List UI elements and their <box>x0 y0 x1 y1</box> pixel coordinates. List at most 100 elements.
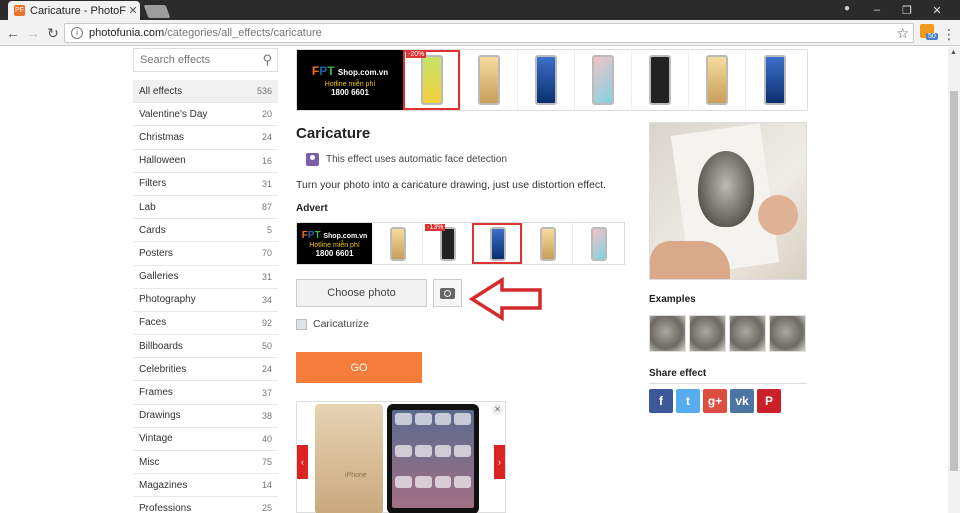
category-count: 92 <box>261 317 272 328</box>
browser-menu-icon[interactable]: ⋮ <box>942 26 956 43</box>
info-icon[interactable]: i <box>71 27 83 39</box>
face-detection-icon <box>306 153 319 166</box>
search-placeholder: Search effects <box>140 54 211 66</box>
page-viewport: Search effects ⚲ All effects 536 Valentine… <box>0 47 948 513</box>
ad-phone[interactable] <box>517 50 574 110</box>
go-button[interactable]: GO <box>296 352 422 383</box>
ad-phone[interactable] <box>372 223 422 264</box>
address-bar[interactable]: i photofunia.com/categories/all_effects/… <box>64 23 914 43</box>
url-path: /categories/all_effects/caricature <box>164 27 322 39</box>
search-input[interactable]: Search effects ⚲ <box>133 48 278 72</box>
sidebar-item-drawings[interactable]: Drawings 38 <box>133 405 278 428</box>
sidebar-item-valentine-s-day[interactable]: Valentine's Day 20 <box>133 103 278 127</box>
category-label: Halloween <box>139 155 186 167</box>
share-label: Share effect <box>649 368 707 379</box>
ad-phone[interactable] <box>688 50 745 110</box>
example-thumbnail[interactable] <box>649 315 686 352</box>
top-advert[interactable]: FPT Shop.com.vn Hotline miễn phí 1800 66… <box>296 49 808 111</box>
forward-icon[interactable]: → <box>24 24 42 42</box>
category-label: Christmas <box>139 131 185 143</box>
category-label: Filters <box>139 178 167 190</box>
fpt-shop-logo[interactable]: FPT Shop.com.vn Hotline miễn phí 1800 66… <box>297 223 372 264</box>
browser-tab[interactable]: PF Caricature - PhotoFunia ✕ <box>8 1 140 20</box>
page-scrollbar[interactable]: ▲ <box>948 47 960 513</box>
window-titlebar: PF Caricature - PhotoFunia ✕ ● – ❐ ✕ <box>0 0 960 20</box>
scrollbar-thumb[interactable] <box>950 91 958 471</box>
sidebar-item-posters[interactable]: Posters 70 <box>133 242 278 266</box>
example-thumbnail[interactable] <box>729 315 766 352</box>
category-label: Frames <box>139 387 173 399</box>
google-plus-share-button[interactable]: g+ <box>703 389 727 413</box>
category-label: Drawings <box>139 410 181 422</box>
tab-title: Caricature - PhotoFunia <box>30 4 126 17</box>
category-count: 14 <box>261 480 272 491</box>
sidebar-item-frames[interactable]: Frames 37 <box>133 381 278 405</box>
sidebar-item-professions[interactable]: Professions 25 <box>133 497 278 513</box>
sidebar-item-magazines[interactable]: Magazines 14 <box>133 474 278 498</box>
caricaturize-checkbox[interactable] <box>296 318 307 330</box>
sidebar-item-vintage[interactable]: Vintage 40 <box>133 428 278 451</box>
category-label: Billboards <box>139 340 183 352</box>
ad-phone[interactable] <box>572 223 624 264</box>
sidebar-item-faces[interactable]: Faces 92 <box>133 312 278 336</box>
ad-phone[interactable] <box>472 223 522 264</box>
red-arrow-annotation <box>468 277 542 321</box>
category-label: Valentine's Day <box>139 108 208 120</box>
pinterest-share-button[interactable]: P <box>757 389 781 413</box>
ad-phone[interactable] <box>631 50 688 110</box>
search-icon[interactable]: ⚲ <box>262 52 272 68</box>
ad-phone[interactable] <box>574 50 631 110</box>
category-count: 24 <box>261 364 272 375</box>
example-thumbnail[interactable] <box>769 315 806 352</box>
sidebar-item-photography[interactable]: Photography 34 <box>133 289 278 312</box>
caricaturize-option[interactable]: Caricaturize <box>296 318 369 330</box>
advert-label: Advert <box>296 203 328 214</box>
ad-phone[interactable] <box>745 50 803 110</box>
sidebar-item-celebrities[interactable]: Celebrities 24 <box>133 358 278 382</box>
page-title: Caricature <box>296 125 371 142</box>
example-thumbnail[interactable] <box>689 315 726 352</box>
restore-icon[interactable]: ❐ <box>892 4 922 17</box>
twitter-share-button[interactable]: t <box>676 389 700 413</box>
profile-icon[interactable]: ● <box>840 3 854 17</box>
ad-close-icon[interactable]: ✕ <box>492 404 503 415</box>
ad-phone[interactable] <box>460 50 517 110</box>
share-divider <box>649 383 807 384</box>
sidebar-item-lab[interactable]: Lab 87 <box>133 196 278 220</box>
new-tab-button[interactable] <box>143 5 171 18</box>
minimize-icon[interactable]: – <box>862 4 892 16</box>
category-count: 40 <box>261 433 272 444</box>
category-label: Celebrities <box>139 363 187 375</box>
bookmark-star-icon[interactable]: ☆ <box>896 25 909 42</box>
ad-prev-arrow[interactable]: ‹ <box>297 445 308 479</box>
sidebar-item-halloween[interactable]: Halloween 16 <box>133 150 278 173</box>
ad-phone-back: iPhone <box>315 404 383 513</box>
vk-share-button[interactable]: vk <box>730 389 754 413</box>
effect-preview-image <box>649 122 807 280</box>
close-tab-icon[interactable]: ✕ <box>126 4 140 17</box>
sidebar-item-christmas[interactable]: Christmas 24 <box>133 126 278 150</box>
ad-phone[interactable]: -13% <box>422 223 472 264</box>
sidebar-item-filters[interactable]: Filters 31 <box>133 173 278 196</box>
sidebar-item-galleries[interactable]: Galleries 31 <box>133 266 278 289</box>
scroll-up-icon[interactable]: ▲ <box>950 49 957 56</box>
camera-icon <box>440 287 455 299</box>
facebook-share-button[interactable]: f <box>649 389 673 413</box>
examples-label: Examples <box>649 294 696 305</box>
sidebar-item-billboards[interactable]: Billboards 50 <box>133 335 278 359</box>
sidebar-item-misc[interactable]: Misc 75 <box>133 451 278 475</box>
fpt-shop-logo[interactable]: FPT Shop.com.vn Hotline miễn phí 1800 66… <box>297 50 403 110</box>
camera-button[interactable] <box>433 279 462 307</box>
ad-next-arrow[interactable]: › <box>494 445 505 479</box>
close-window-icon[interactable]: ✕ <box>922 4 952 17</box>
sidebar-item-all-effects[interactable]: All effects 536 <box>133 80 278 104</box>
ad-phone[interactable] <box>522 223 572 264</box>
choose-photo-button[interactable]: Choose photo <box>296 279 427 307</box>
sidebar-item-cards[interactable]: Cards 5 <box>133 219 278 243</box>
mid-advert[interactable]: FPT Shop.com.vn Hotline miễn phí 1800 66… <box>296 222 625 265</box>
bottom-advert[interactable]: ‹ iPhone › ✕ <box>296 401 506 513</box>
back-icon[interactable]: ← <box>4 24 22 42</box>
ad-phone[interactable]: -20% <box>403 50 460 110</box>
reload-icon[interactable]: ↻ <box>44 24 62 42</box>
category-label: Cards <box>139 224 166 236</box>
